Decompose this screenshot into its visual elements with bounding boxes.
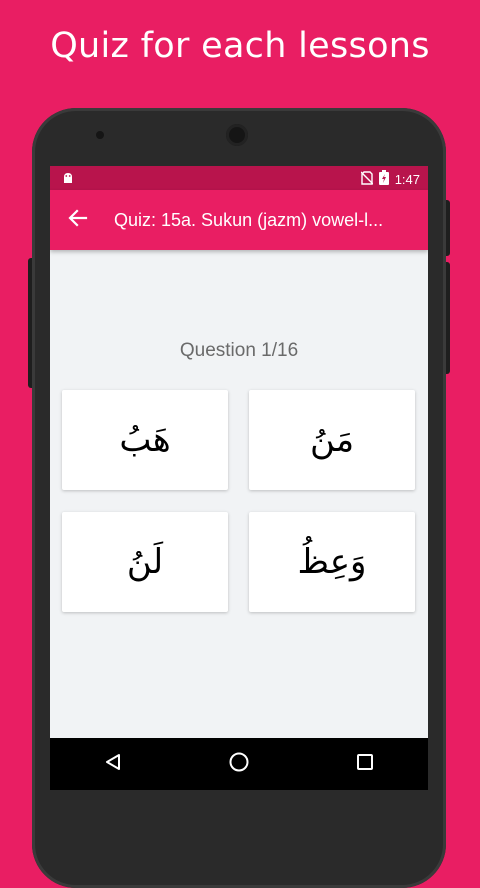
phone-screen: 1:47 Quiz: 15a. Sukun (jazm) vowel-l... … — [50, 166, 428, 790]
option-text: هَبُ — [119, 420, 171, 460]
battery-charging-icon — [378, 170, 389, 188]
option-glyph-box: لَنُ — [118, 533, 172, 591]
option-glyph-box: هَبُ — [111, 411, 179, 469]
app-bar: Quiz: 15a. Sukun (jazm) vowel-l... — [50, 190, 428, 250]
back-button[interactable] — [50, 192, 106, 248]
android-icon — [62, 172, 74, 184]
phone-camera — [226, 124, 248, 146]
navigation-bar — [50, 738, 428, 790]
answer-option-3[interactable]: لَنُ — [62, 512, 228, 612]
option-glyph-box: مَنُ — [301, 411, 363, 469]
answer-option-2[interactable]: مَنُ — [249, 390, 415, 490]
nav-recents-button[interactable] — [335, 738, 395, 790]
nav-home-button[interactable] — [209, 738, 269, 790]
promo-headline: Quiz for each lessons — [50, 26, 430, 66]
option-text: لَنُ — [126, 542, 164, 582]
answer-option-4[interactable]: وَعِظُ — [249, 512, 415, 612]
back-triangle-icon — [104, 753, 122, 776]
option-text: وَعِظُ — [297, 542, 367, 582]
arrow-left-icon — [68, 208, 88, 233]
home-circle-icon — [228, 751, 250, 778]
nav-back-button[interactable] — [83, 738, 143, 790]
recents-square-icon — [356, 753, 374, 776]
status-time: 1:47 — [394, 171, 420, 187]
page-title: Quiz: 15a. Sukun (jazm) vowel-l... — [114, 209, 384, 230]
question-counter: Question 1/16 — [179, 340, 299, 361]
phone-sensor-dot — [96, 131, 104, 139]
option-glyph-box: وَعِظُ — [289, 533, 375, 591]
option-text: مَنُ — [309, 420, 355, 460]
status-bar: 1:47 — [50, 166, 428, 190]
no-sim-icon — [360, 170, 374, 188]
answer-option-1[interactable]: هَبُ — [62, 390, 228, 490]
